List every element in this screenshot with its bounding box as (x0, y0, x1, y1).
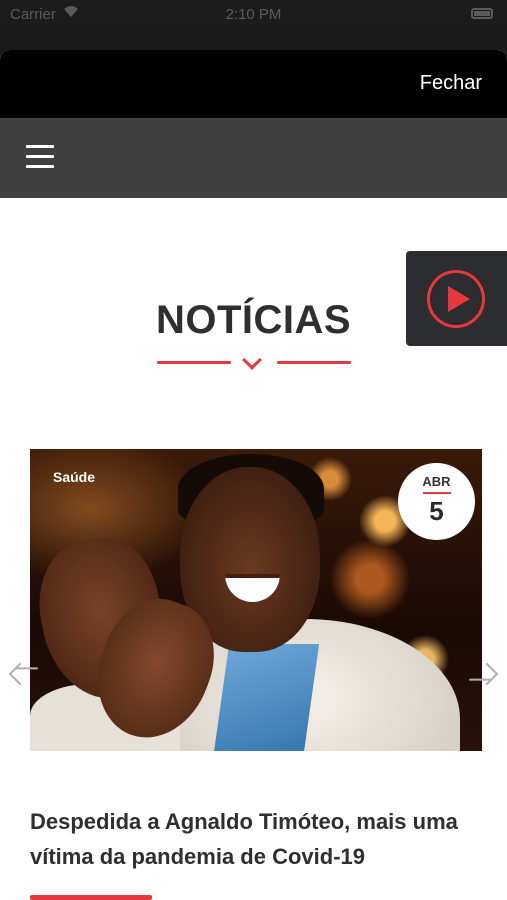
modal-sheet: Fechar NOTÍCIAS Saúde ABR 5 Despedida a … (0, 50, 507, 900)
title-divider-left (157, 361, 231, 364)
date-badge: ABR 5 (398, 463, 475, 540)
news-card-image[interactable]: Saúde ABR 5 (30, 449, 482, 751)
date-month: ABR (422, 474, 451, 489)
hamburger-menu-icon[interactable] (26, 145, 54, 168)
navigation-bar (0, 118, 507, 198)
news-headline[interactable]: Despedida a Agnaldo Timóteo, mais uma ví… (30, 804, 485, 874)
headline-underline (30, 895, 152, 900)
modal-top-bar: Fechar (0, 50, 507, 118)
category-tag[interactable]: Saúde (53, 469, 95, 485)
date-divider (422, 492, 451, 494)
date-day: 5 (429, 496, 444, 526)
battery-icon (471, 8, 493, 19)
close-button[interactable]: Fechar (420, 72, 482, 95)
title-divider-right (277, 361, 351, 364)
chevron-left-icon[interactable] (8, 662, 32, 686)
status-bar: Carrier 2:10 PM (0, 0, 507, 30)
chevron-down-icon (242, 350, 262, 370)
section-title: NOTÍCIAS (155, 298, 352, 342)
status-time: 2:10 PM (225, 6, 282, 23)
main-content: NOTÍCIAS Saúde ABR 5 Despedida a Agnaldo… (0, 198, 507, 900)
